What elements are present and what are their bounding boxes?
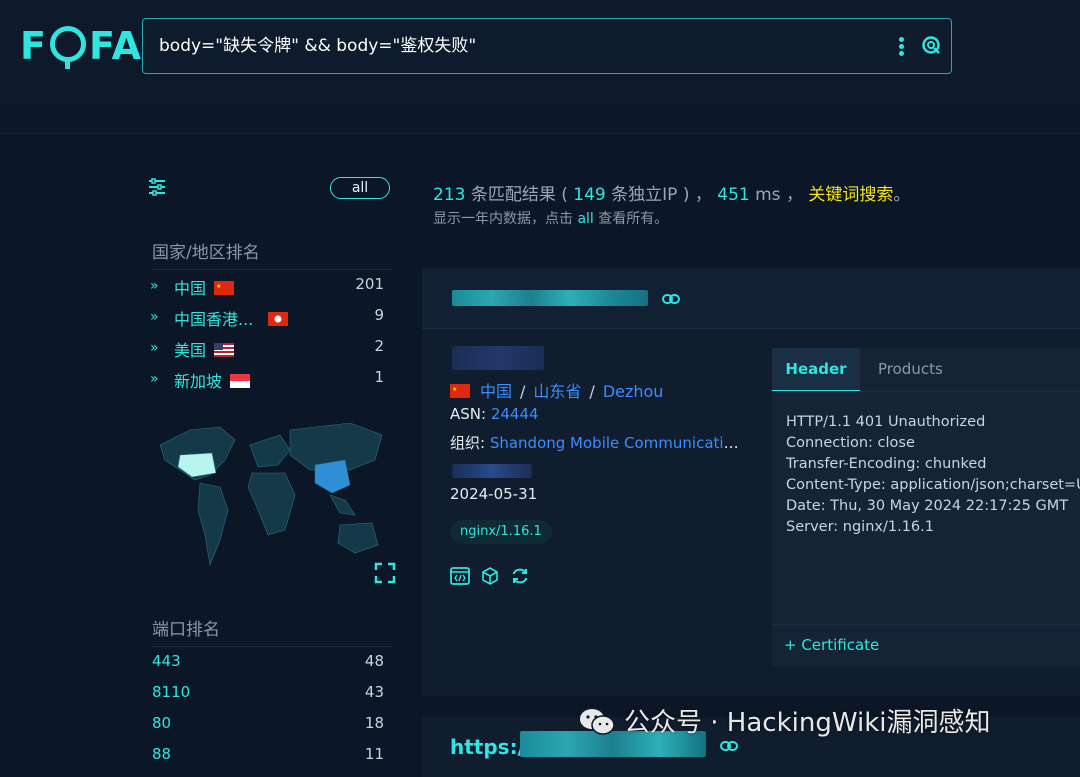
- all-toggle-button[interactable]: all: [330, 177, 390, 199]
- search-icon[interactable]: [921, 35, 941, 55]
- org-row: 组织: Shandong Mobile Communication Compan…: [450, 434, 746, 452]
- fofa-logo[interactable]: F FA: [20, 24, 142, 69]
- refresh-icon[interactable]: [510, 566, 530, 586]
- update-date: 2024-05-31: [450, 485, 538, 503]
- country-item-singapore[interactable]: » 新加坡 1: [150, 368, 390, 392]
- result-card: ★ 中国 / 山东省 / Dezhou ASN: 24444 组织: Shandong M…: [422, 268, 1080, 696]
- redacted-domain[interactable]: [452, 464, 532, 478]
- singapore-flag-icon: [230, 374, 250, 388]
- port-item[interactable]: 443 48: [152, 652, 384, 674]
- double-chevron-icon: »: [150, 371, 159, 387]
- divider: [772, 624, 1080, 625]
- double-chevron-icon: »: [150, 340, 159, 356]
- port-ranking-title: 端口排名: [152, 620, 220, 640]
- port-item[interactable]: 80 18: [152, 714, 384, 736]
- cube-icon[interactable]: [480, 566, 500, 586]
- country-item-china[interactable]: » 中国 ★ 201: [150, 275, 390, 299]
- country-item-usa[interactable]: » 美国 2: [150, 337, 390, 361]
- redacted-host[interactable]: [452, 290, 648, 306]
- asn-row: ASN: 24444: [450, 405, 539, 423]
- certificate-toggle[interactable]: + Certificate: [784, 636, 879, 654]
- port-item[interactable]: 88 11: [152, 745, 384, 767]
- sub-bar: [0, 100, 1080, 134]
- usa-flag-icon: [214, 343, 234, 357]
- divider: [152, 269, 392, 270]
- link-icon[interactable]: [662, 294, 680, 304]
- double-chevron-icon: »: [150, 278, 159, 294]
- divider: [152, 646, 392, 647]
- result-summary: 213 条匹配结果 ( 149 条独立IP ) ， 451 ms ， 关键词搜索…: [433, 185, 911, 205]
- double-chevron-icon: »: [150, 309, 159, 325]
- search-box[interactable]: body="缺失令牌" && body="鉴权失败": [142, 18, 952, 74]
- code-icon[interactable]: [450, 566, 470, 586]
- divider: [772, 391, 1080, 392]
- result-card-header: [422, 268, 1080, 329]
- china-flag-icon: ★: [450, 384, 470, 398]
- hongkong-flag-icon: [268, 312, 288, 326]
- keyword-search-link[interactable]: 关键词搜索: [808, 185, 893, 205]
- watermark: 公众号 · HackingWiki漏洞感知: [578, 702, 990, 738]
- redacted-ip[interactable]: [452, 346, 544, 370]
- svg-text:★: ★: [216, 283, 221, 290]
- world-map[interactable]: [150, 415, 390, 575]
- tab-products[interactable]: Products: [878, 348, 943, 390]
- tab-header[interactable]: Header: [772, 348, 860, 392]
- location: ★ 中国 / 山东省 / Dezhou: [450, 382, 664, 401]
- svg-text:★: ★: [452, 386, 457, 393]
- server-tag[interactable]: nginx/1.16.1: [450, 520, 552, 544]
- response-header-text: HTTP/1.1 401 Unauthorized Connection: cl…: [786, 414, 1080, 535]
- wechat-icon: [580, 709, 615, 735]
- more-options-icon[interactable]: [899, 37, 905, 57]
- filter-settings-icon[interactable]: [148, 178, 166, 196]
- expand-icon[interactable]: [374, 562, 396, 584]
- country-item-hongkong[interactable]: » 中国香港... 9: [150, 306, 390, 330]
- china-flag-icon: ★: [214, 281, 234, 295]
- all-link[interactable]: all: [577, 211, 593, 227]
- country-ranking-title: 国家/地区排名: [152, 243, 260, 263]
- search-input[interactable]: body="缺失令牌" && body="鉴权失败": [159, 19, 476, 73]
- link-icon[interactable]: [720, 741, 738, 751]
- detail-panel: Header Products HTTP/1.1 401 Unauthorize…: [772, 348, 1080, 666]
- result-hint: 显示一年内数据，点击 all 查看所有。: [433, 211, 669, 227]
- port-item[interactable]: 8110 43: [152, 683, 384, 705]
